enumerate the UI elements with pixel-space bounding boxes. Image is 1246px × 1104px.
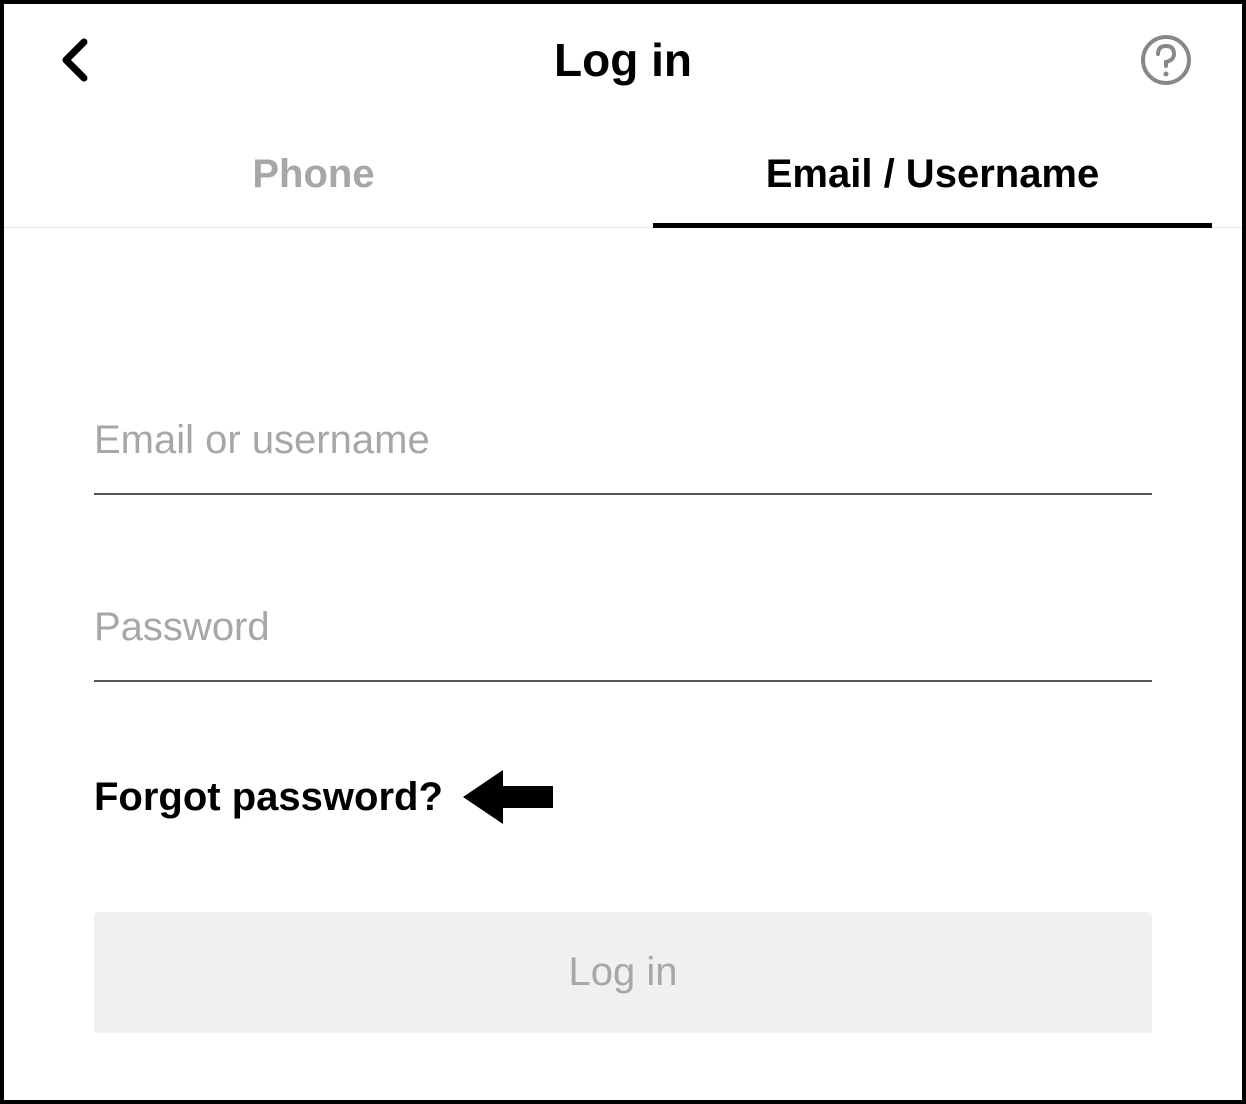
tab-email-username[interactable]: Email / Username bbox=[623, 126, 1242, 227]
password-input[interactable] bbox=[94, 575, 1152, 682]
email-username-input[interactable] bbox=[94, 388, 1152, 495]
help-icon[interactable] bbox=[1140, 34, 1192, 86]
header: Log in bbox=[4, 4, 1242, 106]
tabs: Phone Email / Username bbox=[4, 126, 1242, 228]
forgot-password-link[interactable]: Forgot password? bbox=[94, 775, 443, 820]
forgot-row: Forgot password? bbox=[94, 762, 1152, 832]
login-button[interactable]: Log in bbox=[94, 912, 1152, 1033]
back-icon[interactable] bbox=[54, 40, 94, 80]
page-title: Log in bbox=[554, 33, 692, 87]
arrow-left-icon bbox=[463, 762, 553, 832]
login-form: Forgot password? Log in bbox=[4, 228, 1242, 1033]
tab-phone[interactable]: Phone bbox=[4, 126, 623, 227]
